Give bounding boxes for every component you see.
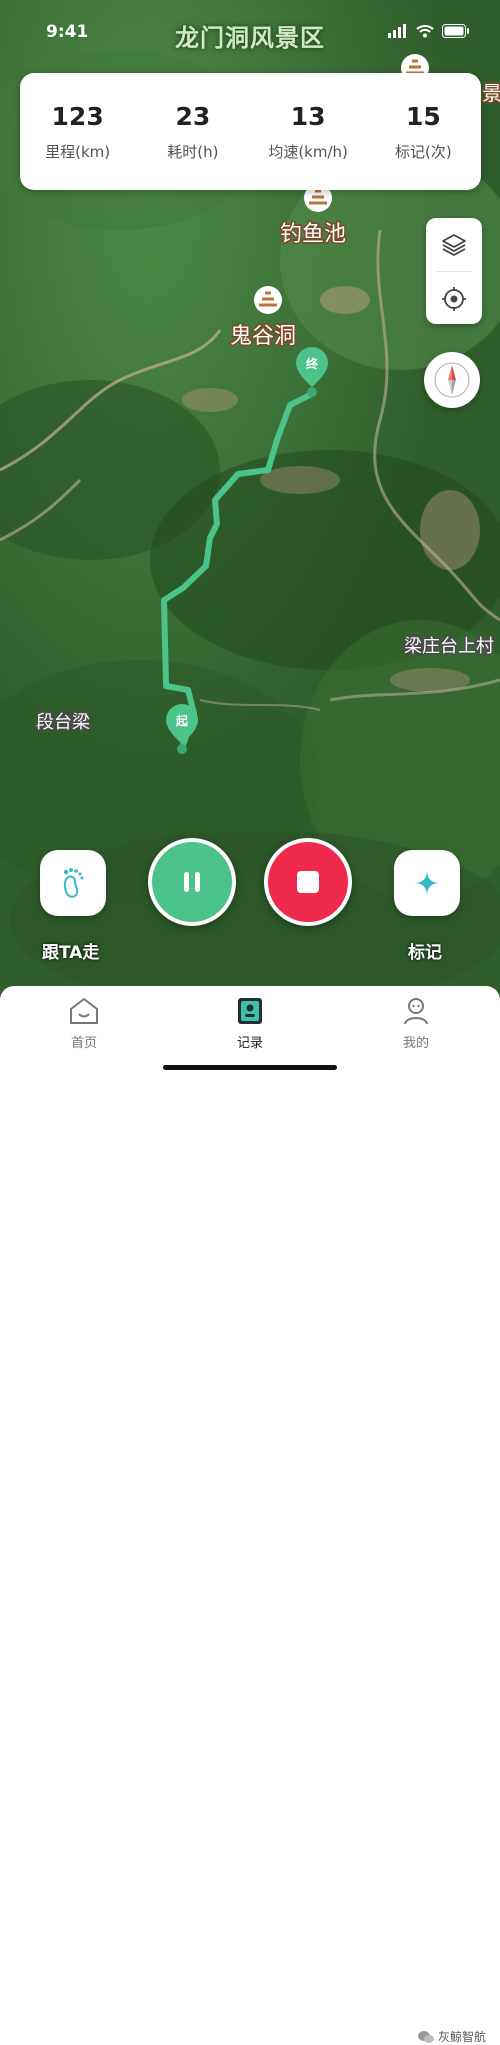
svg-text:起: 起 — [175, 713, 189, 728]
pause-icon — [184, 872, 200, 892]
compass-icon — [434, 362, 470, 398]
stat-distance: 123 里程(km) — [45, 101, 111, 161]
status-icons — [388, 24, 470, 38]
battery-icon — [442, 24, 469, 38]
stop-button[interactable] — [264, 838, 352, 926]
mark-button[interactable] — [394, 850, 460, 916]
compass-button[interactable] — [424, 352, 480, 408]
footprint-icon — [63, 868, 84, 898]
home-indicator — [163, 1065, 337, 1070]
layers-icon — [442, 233, 466, 256]
plus-icon — [413, 869, 441, 897]
stat-marks: 15 标记(次) — [395, 101, 452, 161]
poi-label: 段台梁 — [36, 712, 90, 733]
follow-label: 跟TA走 — [42, 943, 100, 963]
home-icon — [70, 998, 98, 1024]
poi-label: 景 — [482, 81, 500, 105]
mark-label: 标记 — [408, 943, 442, 963]
stats-card: 123 里程(km) 23 耗时(h) 13 均速(km/h) 15 标记(次) — [20, 73, 481, 190]
status-bar: 9:41 龙门洞风景区 — [0, 14, 500, 52]
follow-button[interactable] — [40, 850, 106, 916]
profile-icon — [404, 998, 428, 1025]
locate-button[interactable] — [426, 272, 482, 325]
stop-icon — [297, 871, 319, 893]
wifi-icon — [416, 25, 434, 38]
locate-icon — [442, 286, 466, 311]
map-controls — [426, 218, 482, 324]
poi-label: 钓鱼池 — [280, 222, 346, 247]
poi-pagoda-icon — [254, 286, 282, 314]
poi-label: 鬼谷洞 — [230, 324, 296, 349]
tab-profile[interactable]: 我的 — [376, 996, 456, 1051]
poi-label: 梁庄台上村 — [404, 636, 494, 657]
tab-record[interactable]: 记录 — [210, 996, 290, 1051]
tab-bar: 首页 记录 我的 灰鲸智航 — [0, 986, 500, 2044]
stat-avg-speed: 13 均速(km/h) — [268, 101, 348, 161]
signal-icon — [388, 24, 406, 38]
svg-text:终: 终 — [306, 356, 319, 371]
wechat-icon — [417, 2030, 434, 2043]
watermark: 灰鲸智航 — [417, 2028, 486, 2045]
layers-button[interactable] — [426, 218, 482, 271]
record-icon — [238, 998, 262, 1024]
pause-button[interactable] — [148, 838, 236, 926]
stat-duration: 23 耗时(h) — [167, 101, 219, 161]
tab-home[interactable]: 首页 — [44, 996, 124, 1051]
